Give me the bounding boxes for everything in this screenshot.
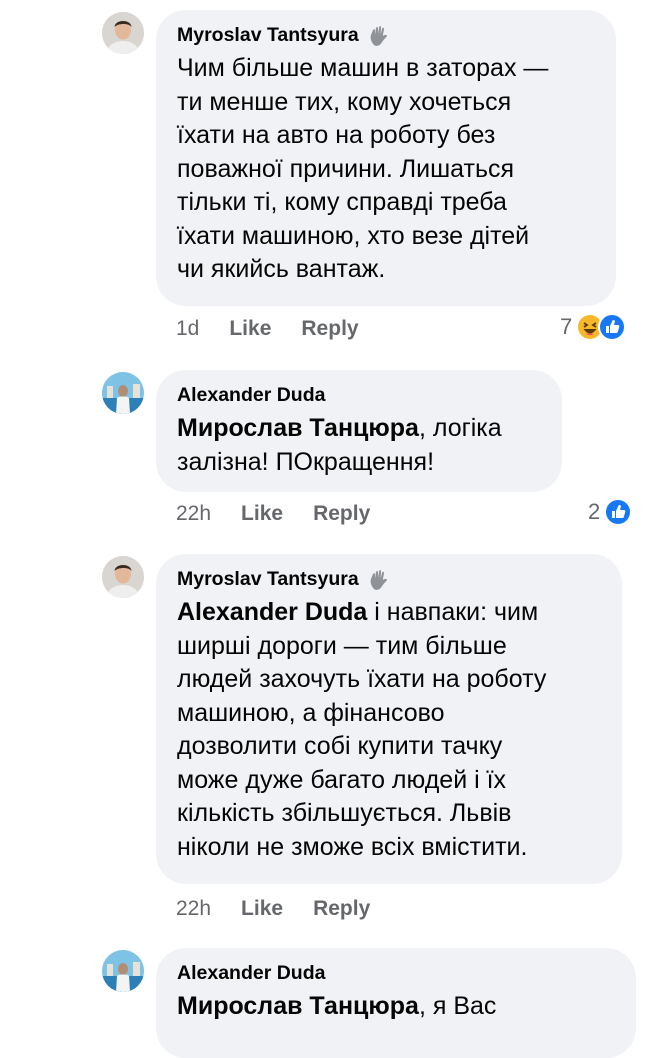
waving-hand-icon — [367, 24, 391, 48]
comment-actions: 1d Like Reply — [176, 315, 389, 343]
comment-text: Мирослав Танцюра, я Вас — [177, 992, 497, 1020]
comment-bubble: Alexander Duda Мирослав Танцюра, логіка … — [156, 370, 562, 492]
comment-timestamp[interactable]: 22h — [176, 897, 211, 921]
avatar[interactable] — [102, 950, 144, 992]
comment-bubble: Myroslav Tantsyura Чим більше машин в за… — [156, 10, 616, 306]
reply-button[interactable]: Reply — [301, 317, 358, 341]
like-icon — [604, 498, 633, 526]
reaction-count: 2 — [588, 499, 601, 524]
reply-button[interactable]: Reply — [313, 897, 370, 921]
avatar[interactable] — [102, 372, 144, 414]
comment-actions: 22h Like Reply — [176, 500, 400, 528]
comment-actions: 22h Like Reply — [176, 895, 400, 923]
comment-bubble: Myroslav Tantsyura Alexander Duda і навп… — [156, 554, 622, 884]
comment-timestamp[interactable]: 1d — [176, 317, 199, 341]
comment-author[interactable]: Myroslav Tantsyura — [177, 23, 359, 48]
mention-link[interactable]: Мирослав Танцюра — [177, 414, 419, 442]
mention-link[interactable]: Мирослав Танцюра — [177, 992, 419, 1020]
like-button[interactable]: Like — [241, 897, 283, 921]
avatar[interactable] — [102, 12, 144, 54]
reaction-summary[interactable]: 2 — [588, 498, 633, 526]
comment-timestamp[interactable]: 22h — [176, 502, 211, 526]
comment-author[interactable]: Myroslav Tantsyura — [177, 567, 359, 592]
comment-text: Мирослав Танцюра, логіка залізна! ПОкращ… — [177, 414, 502, 476]
avatar[interactable] — [102, 556, 144, 598]
waving-hand-icon — [367, 568, 391, 592]
mention-link[interactable]: Alexander Duda — [177, 598, 367, 626]
comment-bubble: Alexander Duda Мирослав Танцюра, я Вас — [156, 948, 636, 1058]
comment-text: Чим більше машин в заторах — ти менше ти… — [177, 54, 549, 283]
reaction-count: 7 — [560, 314, 573, 339]
like-button[interactable]: Like — [241, 502, 283, 526]
like-icon — [598, 313, 627, 341]
reaction-summary[interactable]: 7 — [560, 313, 627, 341]
comment-text: Alexander Duda і навпаки: чим ширші доро… — [177, 598, 547, 861]
comment-author[interactable]: Alexander Duda — [177, 961, 325, 986]
like-button[interactable]: Like — [229, 317, 271, 341]
reply-button[interactable]: Reply — [313, 502, 370, 526]
comment-author[interactable]: Alexander Duda — [177, 383, 325, 408]
